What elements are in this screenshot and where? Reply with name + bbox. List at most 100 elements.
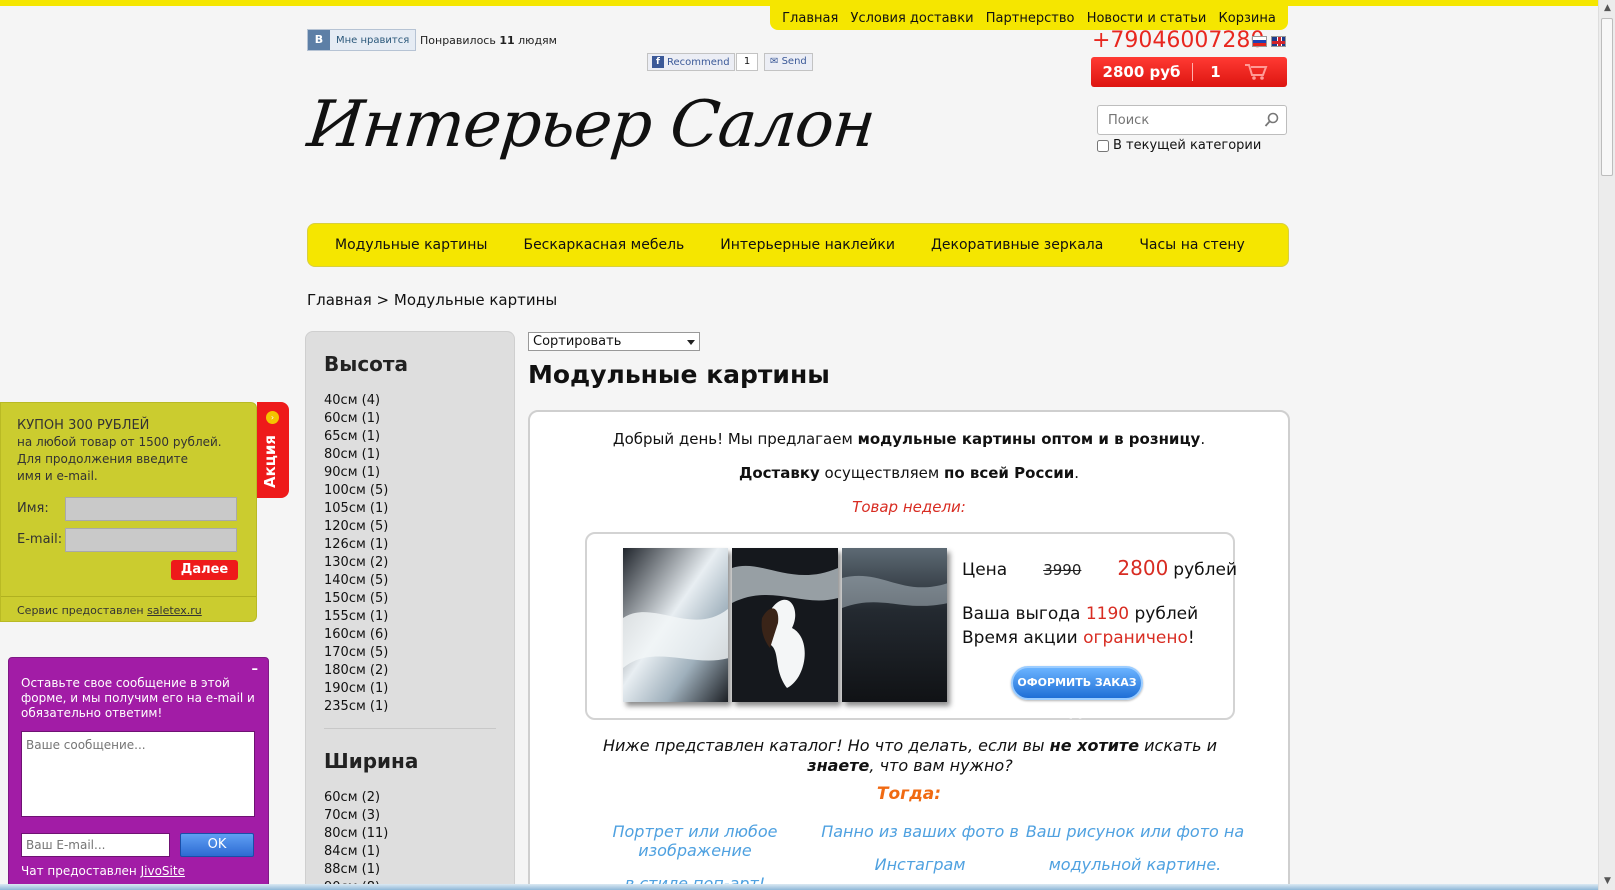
nav-modular-paintings[interactable]: Модульные картины [335,237,487,253]
vk-icon: В [308,30,330,50]
benefit-post: рублей [1129,604,1199,624]
vk-count-pre: Понравилось [420,34,496,47]
site-logo[interactable]: Интерьер Салон [304,88,878,162]
height-filter-item[interactable]: 130см (2) [324,554,496,572]
chat-email-input[interactable] [21,833,170,857]
page-scrollbar[interactable]: ▲ ▼ [1598,0,1615,890]
arrow-right-icon: › [266,411,279,424]
service-instagram-link[interactable]: Панно из ваших фото в Инстаграм [805,822,1035,874]
search-icon[interactable] [1264,112,1280,128]
cart-button[interactable]: 2800 руб 1 [1091,57,1287,87]
height-filter-item[interactable]: 126см (1) [324,536,496,554]
delivery-text: Доставку осуществляем по всей России. [530,464,1288,482]
coupon-line-2: Для продолжения введите [17,452,189,466]
top-nav-partnership[interactable]: Партнерство [986,11,1075,26]
service-own-photo-link[interactable]: Ваш рисунок или фото на модульной картин… [1020,822,1250,874]
filter-width-title: Ширина [324,749,419,773]
art-panel-center [732,548,838,702]
art-panel-left [623,548,729,702]
height-filter-item[interactable]: 180см (2) [324,662,496,680]
coupon-next-button[interactable]: Далее [171,560,238,580]
fb-send-button[interactable]: ✉ Send [764,53,813,71]
height-filter-item[interactable]: 90см (1) [324,464,496,482]
service-pop-art-link[interactable]: Портрет или любое изображение в стиле по… [580,822,810,888]
sort-select[interactable]: Сортировать [528,332,700,351]
search-input[interactable] [1098,106,1258,134]
chat-intro-text: Оставьте свое сообщение в этой форме, и … [21,676,255,720]
place-order-button[interactable]: ОФОРМИТЬ ЗАКАЗ ❯❯ [1011,666,1143,719]
width-filter-item[interactable]: 84см (1) [324,843,496,861]
promo-tab[interactable]: › Акция [257,402,289,498]
bottom-edge [0,884,1598,890]
russian-flag-icon[interactable] [1252,36,1267,47]
time-pre: Время акции [962,628,1084,648]
height-filter-item[interactable]: 190см (1) [324,680,496,698]
height-filter-item[interactable]: 100см (5) [324,482,496,500]
fb-count: 1 [736,53,758,71]
nav-decorative-mirrors[interactable]: Декоративные зеркала [931,237,1103,253]
width-filter-item[interactable]: 60см (2) [324,789,496,807]
breadcrumb[interactable]: Главная > Модульные картины [307,291,557,309]
main-nav: Модульные картины Бескаркасная мебель Ин… [307,223,1289,267]
coupon-email-label: E-mail: [17,532,63,547]
weekly-offer-card: Цена 3990 2800 рублей Ваша выгода 1190 р… [585,532,1237,720]
height-filter-item[interactable]: 155см (1) [324,608,496,626]
new-price: 2800 [1117,556,1169,580]
sidebar-divider [324,728,496,729]
catalog-bold-2: знаете [807,756,870,775]
jivosite-link[interactable]: JivoSite [141,864,185,878]
coupon-line-3: имя и e-mail. [17,469,98,483]
chat-message-input[interactable] [21,731,255,817]
vk-like-label: Мне нравится [336,34,410,46]
coupon-email-input[interactable] [65,528,237,552]
width-filter-item[interactable]: 80см (11) [324,825,496,843]
chat-provider-pre: Чат предоставлен [21,864,141,878]
height-filter-item[interactable]: 105см (1) [324,500,496,518]
height-filter-item[interactable]: 170см (5) [324,644,496,662]
in-category-checkbox[interactable] [1097,139,1109,152]
height-filter-item[interactable]: 40см (4) [324,392,496,410]
price-row: Цена 3990 2800 рублей [962,556,1237,580]
scroll-down-icon[interactable]: ▼ [1599,873,1615,890]
old-price: 3990 [1043,561,1082,579]
english-flag-icon[interactable] [1271,36,1286,47]
height-filter-item[interactable]: 65см (1) [324,428,496,446]
width-filter-item[interactable]: 88см (1) [324,861,496,879]
coupon-line-1: на любой товар от 1500 рублей. [17,435,222,449]
nav-frameless-furniture[interactable]: Бескаркасная мебель [523,237,684,253]
search-box [1097,105,1287,135]
height-filter-item[interactable]: 60см (1) [324,410,496,428]
top-nav-news[interactable]: Новости и статьи [1087,11,1207,26]
width-filter-item[interactable]: 70см (3) [324,807,496,825]
product-of-week-label: Товар недели: [852,498,966,516]
scroll-thumb[interactable] [1601,18,1613,176]
greeting-text: Добрый день! Мы предлагаем модульные кар… [530,430,1288,448]
fb-recommend-button[interactable]: f Recommend [647,53,735,71]
top-nav-home[interactable]: Главная [782,11,838,26]
height-filter-item[interactable]: 140см (5) [324,572,496,590]
chat-ok-button[interactable]: OK [180,833,254,857]
saletex-link[interactable]: saletex.ru [147,604,202,617]
delivery-bold-1: Доставку [738,464,820,482]
then-label: Тогда: [876,784,942,804]
height-filter-item[interactable]: 160см (6) [324,626,496,644]
height-filter-item[interactable]: 80см (1) [324,446,496,464]
in-category-label: В текущей категории [1113,138,1262,153]
coupon-name-input[interactable] [65,497,237,521]
in-category-option[interactable]: В текущей категории [1097,138,1261,153]
top-nav-cart[interactable]: Корзина [1219,11,1276,26]
height-filter-item[interactable]: 120см (5) [324,518,496,536]
top-nav-delivery[interactable]: Условия доставки [851,11,974,26]
scroll-up-icon[interactable]: ▲ [1599,0,1615,17]
width-filter-list: 60см (2) 70см (3) 80см (11) 84см (1) 88с… [324,789,496,889]
height-filter-item[interactable]: 235см (1) [324,698,496,716]
chat-provider-credit: Чат предоставлен JivoSite [21,864,185,878]
service-2-line-2: Инстаграм [874,855,966,874]
nav-wall-clocks[interactable]: Часы на стену [1139,237,1244,253]
height-filter-item[interactable]: 150см (5) [324,590,496,608]
nav-interior-stickers[interactable]: Интерьерные наклейки [720,237,895,253]
triptych-image[interactable] [623,548,947,708]
minimize-icon[interactable]: – [252,662,259,677]
vk-like-button[interactable]: В Мне нравится [307,29,417,51]
height-filter-list: 40см (4) 60см (1) 65см (1) 80см (1) 90см… [324,392,496,716]
